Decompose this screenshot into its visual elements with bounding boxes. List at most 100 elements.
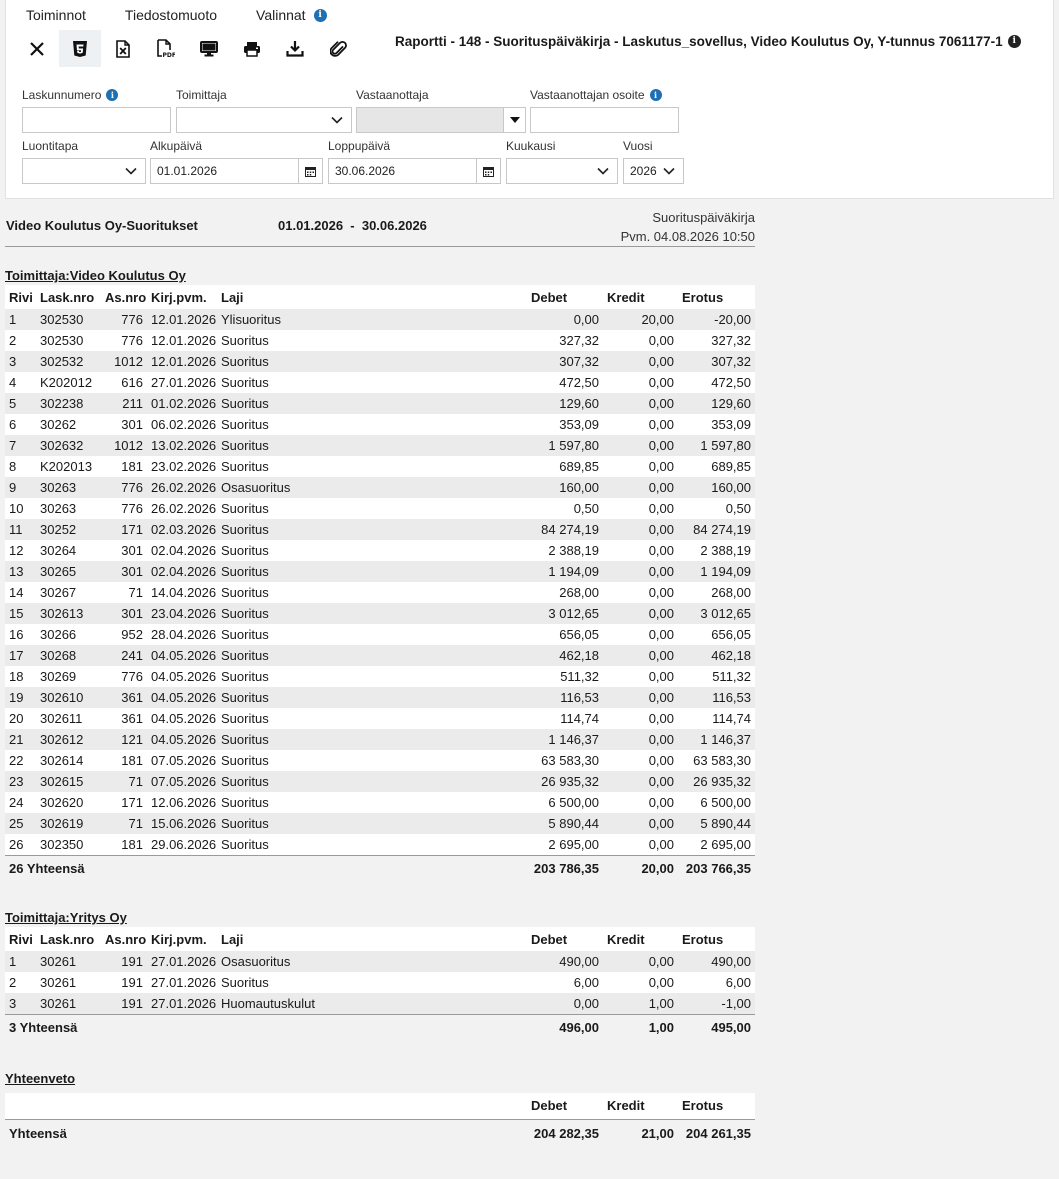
supplier-title: Toimittaja:Yritys Oy — [5, 910, 127, 925]
excel-export-button[interactable] — [102, 30, 144, 67]
info-icon[interactable]: i — [1007, 35, 1021, 48]
column-header: Debet — [527, 1093, 603, 1120]
field-label: Loppupäivä — [328, 139, 391, 153]
supplier-select[interactable] — [176, 107, 352, 133]
table-cell: 14 — [5, 582, 36, 603]
menu-valinnat[interactable]: Valinnat i — [256, 7, 327, 23]
table-cell: 5 890,44 — [678, 813, 755, 834]
table-cell: Huomautuskulut — [217, 993, 527, 1014]
table-cell: Osasuoritus — [217, 477, 527, 498]
table-cell: 1 146,37 — [527, 729, 603, 750]
table-cell: 361 — [101, 708, 147, 729]
calendar-button[interactable] — [476, 159, 500, 183]
chevron-down-icon — [597, 167, 609, 175]
summary-title: Yhteenveto — [5, 1071, 76, 1086]
table-cell: 0,00 — [603, 972, 678, 993]
table-cell: Suoritus — [217, 708, 527, 729]
column-header: Debet — [527, 285, 603, 309]
supplier-groups: Toimittaja:Video Koulutus Oy Rivi Lask.nro… — [5, 267, 755, 1040]
menu-toiminnot[interactable]: Toiminnot — [26, 7, 86, 23]
pdf-export-button[interactable]: PDF — [145, 30, 187, 67]
table-cell: 1 — [5, 951, 36, 972]
table-cell: 490,00 — [527, 951, 603, 972]
field-label: Vastaanottaja — [356, 88, 429, 102]
table-cell: 27.01.2026 — [147, 372, 217, 393]
table-row: 16 30266 952 28.04.2026 Suoritus 656,05 0,00 65… — [5, 624, 755, 645]
paperclip-icon — [329, 40, 347, 57]
table-cell: 462,18 — [527, 645, 603, 666]
menu-tiedostomuoto[interactable]: Tiedostomuoto — [125, 7, 217, 23]
table-cell: 2 388,19 — [527, 540, 603, 561]
table-cell: 04.05.2026 — [147, 729, 217, 750]
recipient-field: Vastaanottaja — [356, 87, 429, 103]
dropdown-arrow[interactable] — [503, 108, 525, 132]
table-cell: 30262 — [36, 414, 101, 435]
table-cell: 211 — [101, 393, 147, 414]
table-row: 1 30261 191 27.01.2026 Osasuoritus 490,00 0,00… — [5, 951, 755, 972]
table-cell: Suoritus — [217, 456, 527, 477]
table-cell: 63 583,30 — [527, 750, 603, 771]
calendar-icon — [305, 166, 316, 177]
table-row: 7 302632 1012 13.02.2026 Suoritus 1 597,80 0,0… — [5, 435, 755, 456]
table-cell: 0,00 — [603, 456, 678, 477]
table-cell: Suoritus — [217, 645, 527, 666]
month-select[interactable] — [506, 158, 618, 184]
table-cell: 2 388,19 — [678, 540, 755, 561]
pdf-icon: PDF — [157, 39, 175, 58]
table-row: 6 30262 301 06.02.2026 Suoritus 353,09 0,00 353… — [5, 414, 755, 435]
table-cell: 302620 — [36, 792, 101, 813]
report-header: Video Koulutus Oy-Suoritukset 01.01.2026… — [5, 200, 755, 247]
field-label: Vuosi — [623, 139, 653, 153]
column-header: Lask.nro — [36, 927, 101, 951]
chevron-down-icon — [331, 116, 343, 124]
attachment-button[interactable] — [317, 30, 359, 67]
info-icon[interactable]: i — [313, 8, 327, 22]
year-select[interactable]: 2026 — [623, 158, 684, 184]
screen-view-button[interactable] — [188, 30, 230, 67]
table-cell: Suoritus — [217, 498, 527, 519]
calendar-button[interactable] — [298, 159, 322, 183]
menu-label: Valinnat — [256, 7, 306, 23]
field-label: Vastaanottajan osoite — [530, 88, 645, 102]
table-cell: K202013 — [36, 456, 101, 477]
table-cell: 171 — [101, 519, 147, 540]
table-cell: 17 — [5, 645, 36, 666]
table-cell: 0,00 — [603, 372, 678, 393]
table-row: 14 30267 71 14.04.2026 Suoritus 268,00 0,00 268… — [5, 582, 755, 603]
start-date-input[interactable]: 01.01.2026 — [150, 158, 323, 184]
table-cell: 12 — [5, 540, 36, 561]
table-cell: 0,00 — [603, 750, 678, 771]
table-cell: 116,53 — [527, 687, 603, 708]
table-row: 17 30268 241 04.05.2026 Suoritus 462,18 0,00 46… — [5, 645, 755, 666]
download-button[interactable] — [274, 30, 316, 67]
supplier-field: Toimittaja — [176, 87, 227, 103]
column-header: Kirj.pvm. — [147, 285, 217, 309]
table-cell: 23 — [5, 771, 36, 792]
table-cell: Suoritus — [217, 813, 527, 834]
monitor-icon — [200, 40, 218, 56]
end-date-input[interactable]: 30.06.2026 — [328, 158, 501, 184]
invoice-number-input[interactable] — [22, 107, 171, 133]
chevron-down-icon — [125, 167, 137, 175]
svg-text:PDF: PDF — [163, 52, 176, 58]
table-cell: 71 — [101, 813, 147, 834]
table-cell: 689,85 — [527, 456, 603, 477]
recipient-address-input[interactable] — [530, 107, 679, 133]
table-row: 3 30261 191 27.01.2026 Huomautuskulut 0,00 1,0… — [5, 993, 755, 1014]
table-cell: 24 — [5, 792, 36, 813]
info-icon[interactable]: i — [649, 89, 662, 101]
table-cell: 191 — [101, 951, 147, 972]
table-cell: 511,32 — [678, 666, 755, 687]
table-cell: 27.01.2026 — [147, 972, 217, 993]
info-icon[interactable]: i — [106, 89, 119, 101]
close-button[interactable] — [16, 30, 58, 67]
print-button[interactable] — [231, 30, 273, 67]
recipient-select[interactable] — [356, 107, 526, 133]
table-cell: 656,05 — [527, 624, 603, 645]
table-cell: 160,00 — [527, 477, 603, 498]
html-export-button[interactable] — [59, 30, 101, 67]
menu-bar: Toiminnot Tiedostomuoto Valinnat i — [26, 7, 327, 23]
creation-method-select[interactable] — [22, 158, 146, 184]
table-cell: 2 — [5, 330, 36, 351]
field-label: Luontitapa — [22, 139, 79, 153]
